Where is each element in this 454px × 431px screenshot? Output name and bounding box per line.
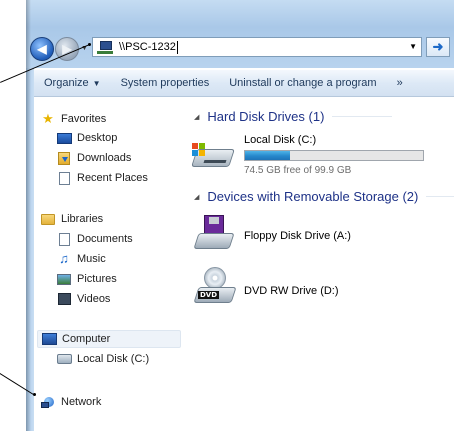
- sidebar-item-libraries[interactable]: Libraries: [40, 210, 103, 228]
- sidebar-item-label: Recent Places: [77, 172, 148, 184]
- hard-drive-icon: [56, 351, 72, 367]
- group-divider: [332, 116, 393, 117]
- hard-drive-icon: [191, 135, 235, 171]
- sidebar-item-label: Desktop: [77, 132, 118, 144]
- sidebar-item-music[interactable]: ♫ Music: [56, 250, 106, 268]
- capacity-bar: [244, 150, 424, 161]
- address-bar[interactable]: \\PSC-1232 ▼: [92, 37, 422, 57]
- content-pane: ◢ Hard Disk Drives (1) Local Disk (C:) 7…: [186, 97, 454, 431]
- sidebar-item-label: Music: [77, 253, 106, 265]
- explorer-window: ◀ ▶ ▼ \\PSC-1232 ▼ ➜ Organize ▼ System pr…: [26, 0, 454, 431]
- libraries-icon: [40, 211, 56, 227]
- group-divider: [426, 196, 454, 197]
- windows-logo-icon: [192, 143, 206, 157]
- more-commands-button[interactable]: »: [387, 77, 413, 89]
- navigation-pane: ★ Favorites Desktop Downloads Recent Pla…: [34, 97, 184, 431]
- drive-free-space: 74.5 GB free of 99.9 GB: [244, 165, 352, 176]
- sidebar-item-label: Local Disk (C:): [77, 353, 150, 365]
- desktop-icon: [56, 130, 72, 146]
- go-button[interactable]: ➜: [426, 37, 450, 57]
- sidebar-item-label: Downloads: [77, 152, 132, 164]
- videos-icon: [56, 291, 72, 307]
- computer-icon: [41, 331, 57, 347]
- chevron-down-icon[interactable]: ▼: [409, 42, 417, 51]
- downloads-icon: [56, 150, 72, 166]
- network-icon: [40, 394, 56, 410]
- sidebar-item-network[interactable]: Network: [40, 393, 101, 411]
- arrow-left-icon: ◀: [37, 42, 47, 56]
- callout-dot-address: [88, 43, 91, 46]
- back-button[interactable]: ◀: [30, 37, 54, 61]
- recent-places-icon: [56, 170, 72, 186]
- star-icon: ★: [42, 111, 54, 126]
- group-header-label: Hard Disk Drives (1): [207, 109, 325, 124]
- sidebar-item-recent-places[interactable]: Recent Places: [56, 169, 148, 187]
- sidebar-item-label: Pictures: [77, 273, 117, 285]
- floppy-drive-icon: [193, 215, 235, 253]
- sidebar-item-pictures[interactable]: Pictures: [56, 270, 117, 288]
- text-cursor: [176, 40, 178, 54]
- drive-name: Local Disk (C:): [244, 134, 317, 146]
- organize-button[interactable]: Organize ▼: [34, 77, 111, 89]
- sidebar-item-downloads[interactable]: Downloads: [56, 149, 131, 167]
- command-bar: Organize ▼ System properties Uninstall or…: [34, 70, 454, 97]
- address-path[interactable]: \\PSC-1232: [119, 41, 176, 53]
- sidebar-item-label: Computer: [62, 333, 111, 345]
- documents-icon: [56, 231, 72, 247]
- chevron-down-icon: ▼: [92, 79, 101, 88]
- arrow-right-icon: ➜: [432, 39, 444, 54]
- sidebar-item-videos[interactable]: Videos: [56, 290, 110, 308]
- collapse-triangle-icon: ◢: [194, 113, 200, 121]
- sidebar-item-label: Libraries: [61, 213, 104, 225]
- group-header-label: Devices with Removable Storage (2): [207, 189, 419, 204]
- organize-label: Organize: [44, 77, 89, 89]
- sidebar-item-label: Videos: [77, 293, 111, 305]
- sidebar-item-desktop[interactable]: Desktop: [56, 129, 117, 147]
- sidebar-item-local-disk[interactable]: Local Disk (C:): [56, 350, 149, 368]
- drive-name: DVD RW Drive (D:): [244, 285, 339, 297]
- network-computer-icon: [97, 40, 113, 54]
- sidebar-item-label: Documents: [77, 233, 133, 245]
- collapse-triangle-icon: ◢: [194, 193, 200, 201]
- sidebar-item-label: Network: [61, 396, 102, 408]
- drive-name: Floppy Disk Drive (A:): [244, 230, 351, 242]
- capacity-bar-fill: [245, 151, 291, 160]
- group-header-removable[interactable]: ◢ Devices with Removable Storage (2): [194, 189, 454, 204]
- sidebar-item-computer[interactable]: Computer: [37, 330, 181, 348]
- window-frame: [26, 0, 454, 68]
- sidebar-item-favorites[interactable]: ★ Favorites: [40, 110, 106, 128]
- group-header-hard-disks[interactable]: ◢ Hard Disk Drives (1): [194, 109, 393, 124]
- window-edge-shadow: [26, 0, 31, 431]
- uninstall-program-button[interactable]: Uninstall or change a program: [219, 77, 386, 89]
- callout-dot-network: [33, 393, 36, 396]
- sidebar-item-label: Favorites: [61, 113, 107, 125]
- sidebar-item-documents[interactable]: Documents: [56, 230, 133, 248]
- music-icon: ♫: [59, 251, 69, 266]
- system-properties-button[interactable]: System properties: [111, 77, 220, 89]
- pictures-icon: [56, 271, 72, 287]
- dvd-drive-icon: DVD: [193, 267, 237, 307]
